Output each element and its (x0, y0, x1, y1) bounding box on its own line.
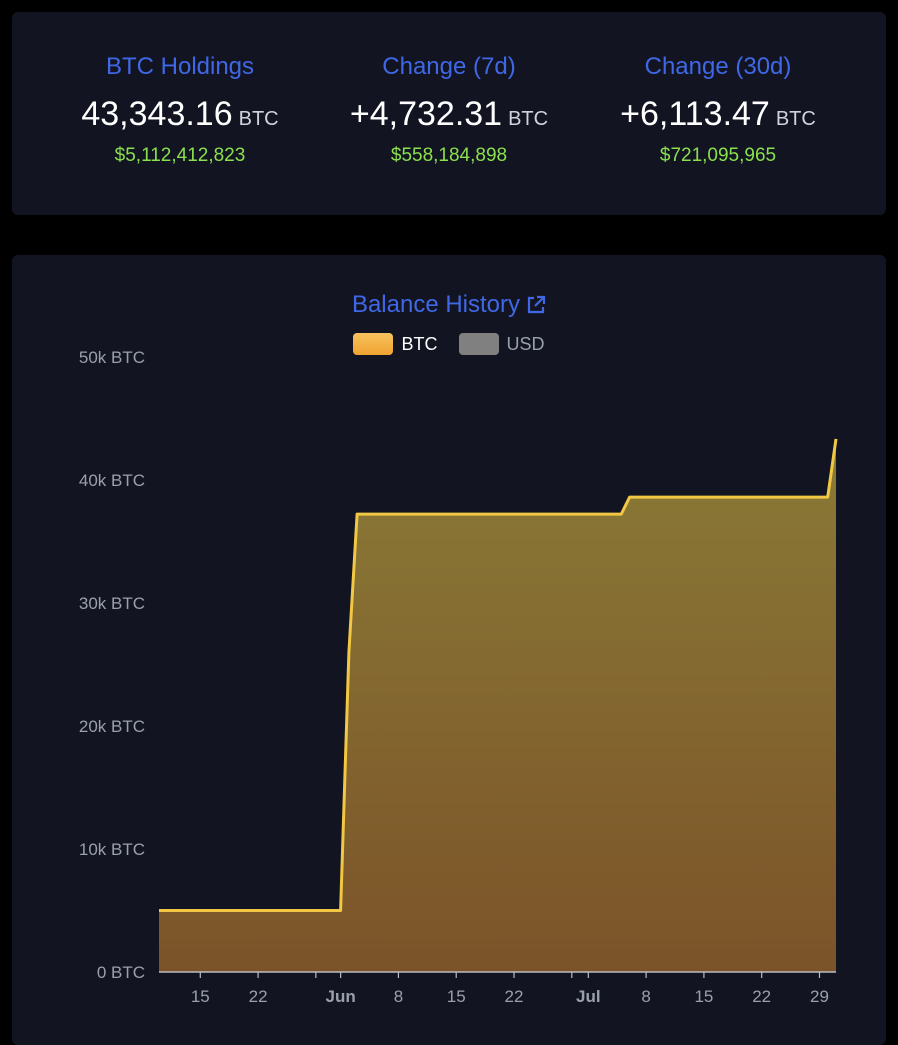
stat-unit: BTC (508, 108, 549, 130)
x-tick-label: 22 (249, 987, 268, 1006)
holdings-summary-card: BTC Holdings 43,343.16 BTC $5,112,412,823… (12, 12, 886, 215)
x-tick-label: Jul (576, 987, 601, 1006)
x-tick-label: Jun (326, 987, 356, 1006)
x-tick-label: 8 (394, 987, 403, 1006)
x-tick-label: 29 (810, 987, 829, 1006)
y-tick-label: 30k BTC (79, 594, 145, 613)
stat-title: Change (7d) (382, 53, 516, 80)
stat-usd-value: $5,112,412,823 (114, 145, 246, 166)
x-tick-label: 15 (191, 987, 210, 1006)
stat-title: BTC Holdings (105, 53, 255, 80)
stat-usd-value: $558,184,898 (390, 145, 508, 166)
stat-unit: BTC (238, 108, 279, 130)
x-tick-label: 22 (752, 987, 771, 1006)
stat-value: +4,732.31 (349, 95, 503, 133)
change-30d-stat: Change (30d) +6,113.47 BTC $721,095,965 (588, 50, 848, 170)
stat-value: +6,113.47 (620, 95, 770, 133)
balance-history-chart: 0 BTC 10k BTC 20k BTC 30k BTC 40k BTC 50k BTC… (79, 348, 838, 1006)
x-tick-label: 15 (447, 987, 466, 1006)
y-tick-label: 10k BTC (79, 840, 145, 859)
y-tick-label: 0 BTC (97, 963, 145, 982)
x-tick-label: 8 (641, 987, 650, 1006)
y-tick-label: 50k BTC (79, 348, 145, 367)
stat-title: Change (30d) (644, 53, 792, 80)
balance-history-card: Balance History BTC USD 0 BTC 10k BTC 20k … (12, 255, 886, 1045)
btc-area-fill (159, 438, 836, 972)
change-7d-stat: Change (7d) +4,732.31 BTC $558,184,898 (319, 50, 579, 170)
stat-value: 43,343.16 (81, 95, 233, 133)
y-tick-label: 20k BTC (79, 717, 145, 736)
stat-usd-value: $721,095,965 (659, 145, 777, 166)
x-tick-label: 15 (694, 987, 713, 1006)
stat-unit: BTC (775, 108, 816, 130)
y-tick-label: 40k BTC (79, 471, 145, 490)
btc-holdings-stat: BTC Holdings 43,343.16 BTC $5,112,412,823 (50, 50, 310, 170)
x-tick-label: 22 (505, 987, 524, 1006)
